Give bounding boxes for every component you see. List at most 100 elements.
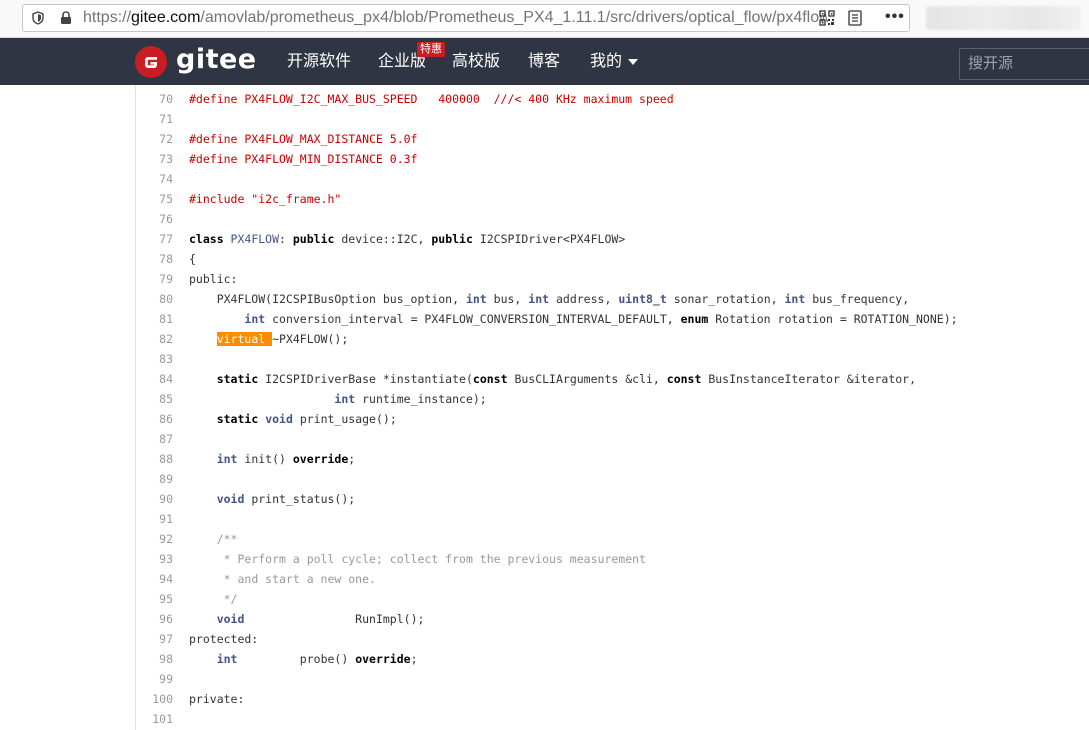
line-number[interactable]: 81: [136, 309, 173, 329]
code-line: 80 PX4FLOW(I2CSPIBusOption bus_option, i…: [136, 289, 1089, 309]
line-number[interactable]: 91: [136, 509, 173, 529]
code-token: print_usage();: [292, 412, 397, 426]
nav-education[interactable]: 高校版: [452, 52, 500, 72]
shield-icon[interactable]: [31, 11, 45, 25]
line-code: class PX4FLOW: public device::I2C, publi…: [189, 229, 625, 249]
search-input[interactable]: 搜开源: [959, 48, 1089, 80]
code-line: 97 protected:: [136, 629, 1089, 649]
line-number[interactable]: 82: [136, 329, 173, 349]
code-line: 77 class PX4FLOW: public device::I2C, pub…: [136, 229, 1089, 249]
code-line: 94 * and start a new one.: [136, 569, 1089, 589]
code-token: PX4FLOW: [230, 232, 280, 246]
line-number[interactable]: 75: [136, 189, 173, 209]
code-token: int: [784, 292, 806, 306]
line-number[interactable]: 78: [136, 249, 173, 269]
line-number[interactable]: 76: [136, 209, 173, 229]
code-line: 82 virtual ~PX4FLOW();: [136, 329, 1089, 349]
code-line: 101: [136, 709, 1089, 729]
line-number[interactable]: 100: [136, 689, 173, 709]
address-bar[interactable]: https://gitee.com/amovlab/prometheus_px4…: [22, 4, 910, 32]
code-line: 89: [136, 469, 1089, 489]
line-number[interactable]: 93: [136, 549, 173, 569]
line-code: {: [189, 249, 196, 269]
line-number[interactable]: 73: [136, 149, 173, 169]
line-code: void print_status();: [189, 489, 355, 509]
line-number[interactable]: 74: [136, 169, 173, 189]
code-token: ;: [410, 652, 418, 666]
code-token: const: [472, 372, 508, 386]
line-number[interactable]: 101: [136, 709, 173, 729]
nav-mine[interactable]: 我的: [590, 52, 639, 72]
line-code: */: [189, 589, 238, 609]
line-number[interactable]: 85: [136, 389, 173, 409]
search-placeholder: 搜开源: [968, 55, 1014, 72]
gitee-logo-text[interactable]: gitee: [176, 43, 257, 77]
line-number[interactable]: 92: [136, 529, 173, 549]
line-number[interactable]: 89: [136, 469, 173, 489]
line-number[interactable]: 99: [136, 669, 173, 689]
qr-code-icon[interactable]: [819, 10, 835, 26]
line-number[interactable]: 79: [136, 269, 173, 289]
line-number[interactable]: 90: [136, 489, 173, 509]
line-number[interactable]: 88: [136, 449, 173, 469]
line-number[interactable]: 96: [136, 609, 173, 629]
code-token: #define PX4FLOW_MAX_DISTANCE 5.0f: [189, 132, 418, 146]
code-line: 81 int conversion_interval = PX4FLOW_CON…: [136, 309, 1089, 329]
line-number[interactable]: 95: [136, 589, 173, 609]
page-actions-menu-icon[interactable]: •••: [885, 7, 905, 27]
code-line: 87: [136, 429, 1089, 449]
line-number[interactable]: 87: [136, 429, 173, 449]
code-token: void: [216, 612, 245, 626]
line-number[interactable]: 77: [136, 229, 173, 249]
line-number[interactable]: 84: [136, 369, 173, 389]
code-token: * and start a new one.: [223, 572, 376, 586]
line-code: void RunImpl();: [189, 609, 425, 629]
code-token: bus,: [486, 292, 529, 306]
line-number[interactable]: 70: [136, 89, 173, 109]
line-code: private:: [189, 689, 244, 709]
line-number[interactable]: 98: [136, 649, 173, 669]
url-path: /amovlab/prometheus_px4/blob/Prometheus_…: [200, 9, 828, 26]
code-viewer: 70 #define PX4FLOW_I2C_MAX_BUS_SPEED 4000…: [135, 85, 1089, 730]
code-token: public: [292, 232, 335, 246]
line-code: virtual ~PX4FLOW();: [189, 329, 348, 349]
line-number[interactable]: 94: [136, 569, 173, 589]
code-token: Rotation rotation = ROTATION_NONE);: [708, 312, 958, 326]
code-token: void: [265, 412, 293, 426]
code-token: #include "i2c_frame.h": [189, 192, 342, 206]
code-token: device::I2C,: [334, 232, 432, 246]
code-token: * Perform a poll cycle; collect from the…: [223, 552, 646, 566]
line-number[interactable]: 83: [136, 349, 173, 369]
nav-open-source[interactable]: 开源软件: [287, 52, 351, 72]
gitee-logo-icon[interactable]: [135, 46, 167, 78]
code-token: bus_frequency,: [805, 292, 910, 306]
line-number[interactable]: 72: [136, 129, 173, 149]
reader-view-icon[interactable]: [847, 10, 863, 26]
gitee-g-icon: [145, 57, 157, 68]
code-token: init(): [237, 452, 293, 466]
nav-blog[interactable]: 博客: [528, 52, 560, 72]
code-token: public:: [189, 272, 238, 286]
line-number[interactable]: 97: [136, 629, 173, 649]
code-line: 86 static void print_usage();: [136, 409, 1089, 429]
code-token: RunImpl();: [244, 612, 425, 626]
code-token: int: [528, 292, 550, 306]
line-code: /**: [189, 529, 238, 549]
lock-icon[interactable]: [59, 11, 73, 25]
code-token: int: [244, 312, 266, 326]
code-token: int: [216, 452, 238, 466]
line-number[interactable]: 71: [136, 109, 173, 129]
line-number[interactable]: 80: [136, 289, 173, 309]
code-token: :: [279, 232, 293, 246]
code-token: private:: [189, 692, 245, 706]
code-token: #define PX4FLOW_I2C_MAX_BUS_SPEED 400000…: [189, 92, 674, 106]
line-number[interactable]: 86: [136, 409, 173, 429]
code-line: 76: [136, 209, 1089, 229]
line-code: int runtime_instance);: [189, 389, 486, 409]
line-code: static I2CSPIDriverBase *instantiate(con…: [189, 369, 916, 389]
url-text[interactable]: https://gitee.com/amovlab/prometheus_px4…: [83, 9, 828, 27]
code-token: int: [465, 292, 487, 306]
